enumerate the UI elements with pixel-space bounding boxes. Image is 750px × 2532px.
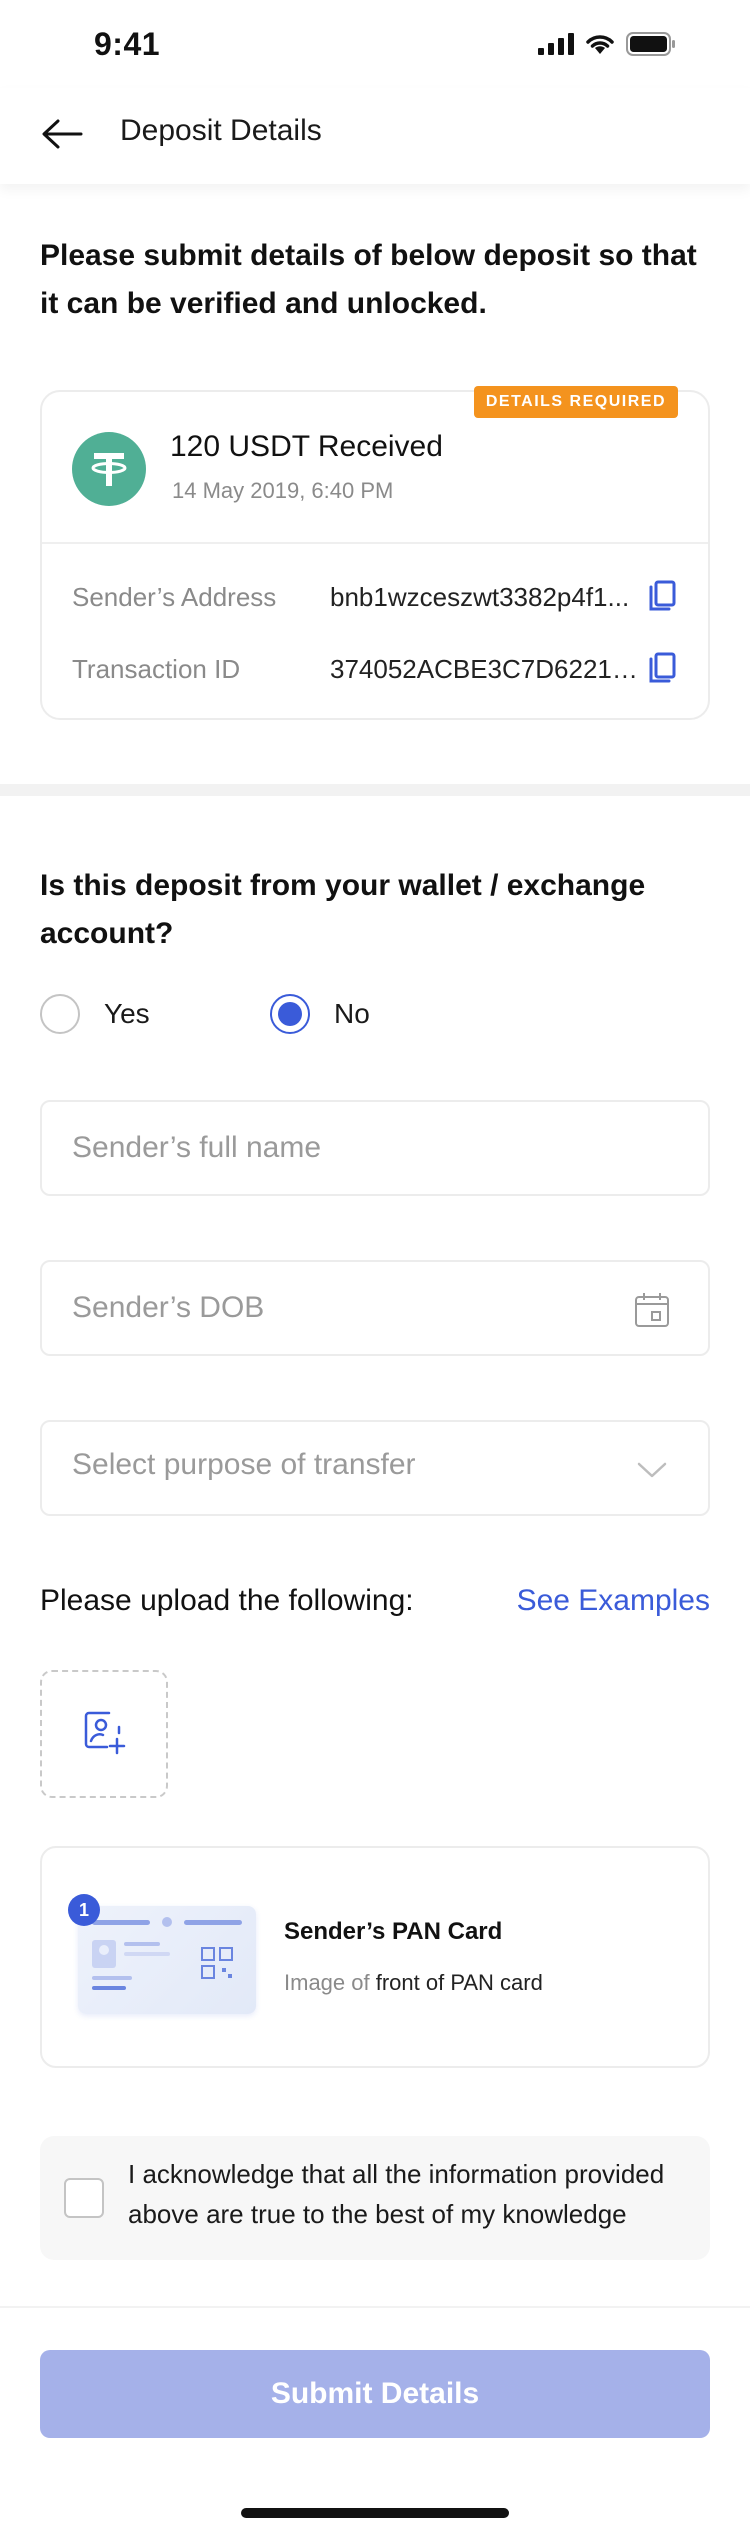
wallet-radio-group: Yes No [40,994,440,1034]
copy-transaction-id-button[interactable] [642,650,682,690]
signal-icon [538,33,574,60]
document-subtitle-main: front of PAN card [375,1970,543,1995]
radio-selected-dot [278,1002,302,1026]
deposit-date: 14 May 2019, 6:40 PM [172,478,394,503]
transaction-id-row: Transaction ID 374052ACBE3C7D6221A... [72,650,682,690]
battery-icon [626,32,676,61]
details-required-badge: DETAILS REQUIRED [473,386,678,418]
submit-details-button[interactable]: Submit Details [40,2350,710,2438]
sender-address-label: Sender’s Address [72,582,277,612]
radio-option-yes[interactable]: Yes [40,994,210,1034]
transaction-id-label: Transaction ID [72,654,241,684]
app-header: Deposit Details [0,88,750,184]
copy-icon [647,651,677,690]
radio-option-no[interactable]: No [270,994,440,1034]
transfer-purpose-select[interactable]: Select purpose of transfer [40,1420,710,1516]
radio-button-yes[interactable] [40,994,80,1034]
transfer-purpose-placeholder: Select purpose of transfer [72,1448,416,1481]
acknowledge-checkbox[interactable] [64,2178,104,2218]
copy-address-button[interactable] [642,578,682,618]
status-icons [538,32,676,61]
document-index-badge: 1 [68,1894,100,1926]
copy-icon [647,579,677,618]
sender-dob-input[interactable] [72,1262,632,1354]
footer-divider [0,2306,750,2308]
document-subtitle-prefix: Image of [284,1970,370,1995]
acknowledge-box: I acknowledge that all the information p… [40,2136,710,2260]
deposit-title: 120 USDT Received [170,430,443,463]
acknowledge-text: I acknowledge that all the information p… [128,2159,665,2229]
document-subtitle: Image of front of PAN card [284,1970,543,1996]
sender-name-input[interactable] [72,1102,632,1194]
card-divider [42,542,708,544]
radio-label-no: No [334,998,370,1029]
radio-button-no[interactable] [270,994,310,1034]
sender-address-value: bnb1wzceszwt3382p4f1... [330,582,630,612]
see-examples-link[interactable]: See Examples [517,1584,710,1618]
transaction-id-value: 374052ACBE3C7D6221A... [330,654,640,684]
pan-card-document[interactable]: 1 Sender’s PAN Card Image of front of PA… [40,1846,710,2068]
page-title: Deposit Details [120,114,322,147]
status-time: 9:41 [94,26,161,62]
document-title: Sender’s PAN Card [284,1918,503,1945]
upload-title: Please upload the following: [40,1584,414,1617]
deposit-card: DETAILS REQUIRED 120 USDT Received 14 Ma… [40,386,710,720]
sender-name-field[interactable] [40,1100,710,1196]
calendar-icon[interactable] [632,1290,672,1330]
intro-text: Please submit details of below deposit s… [40,239,697,320]
wifi-icon [584,32,616,61]
chevron-down-icon [632,1450,672,1490]
section-divider [0,784,750,796]
add-image-icon [81,1709,127,1760]
back-button[interactable] [36,110,88,162]
radio-label-yes: Yes [104,998,150,1029]
status-bar: 9:41 [0,0,750,88]
sender-address-row: Sender’s Address bnb1wzceszwt3382p4f1... [72,578,682,618]
home-indicator [241,2508,509,2518]
wallet-question: Is this deposit from your wallet / excha… [40,869,646,950]
tether-coin-icon [72,432,146,506]
sender-dob-field[interactable] [40,1260,710,1356]
back-arrow-icon [41,118,83,155]
upload-image-button[interactable] [40,1670,168,1798]
pan-card-thumbnail [78,1906,256,2014]
